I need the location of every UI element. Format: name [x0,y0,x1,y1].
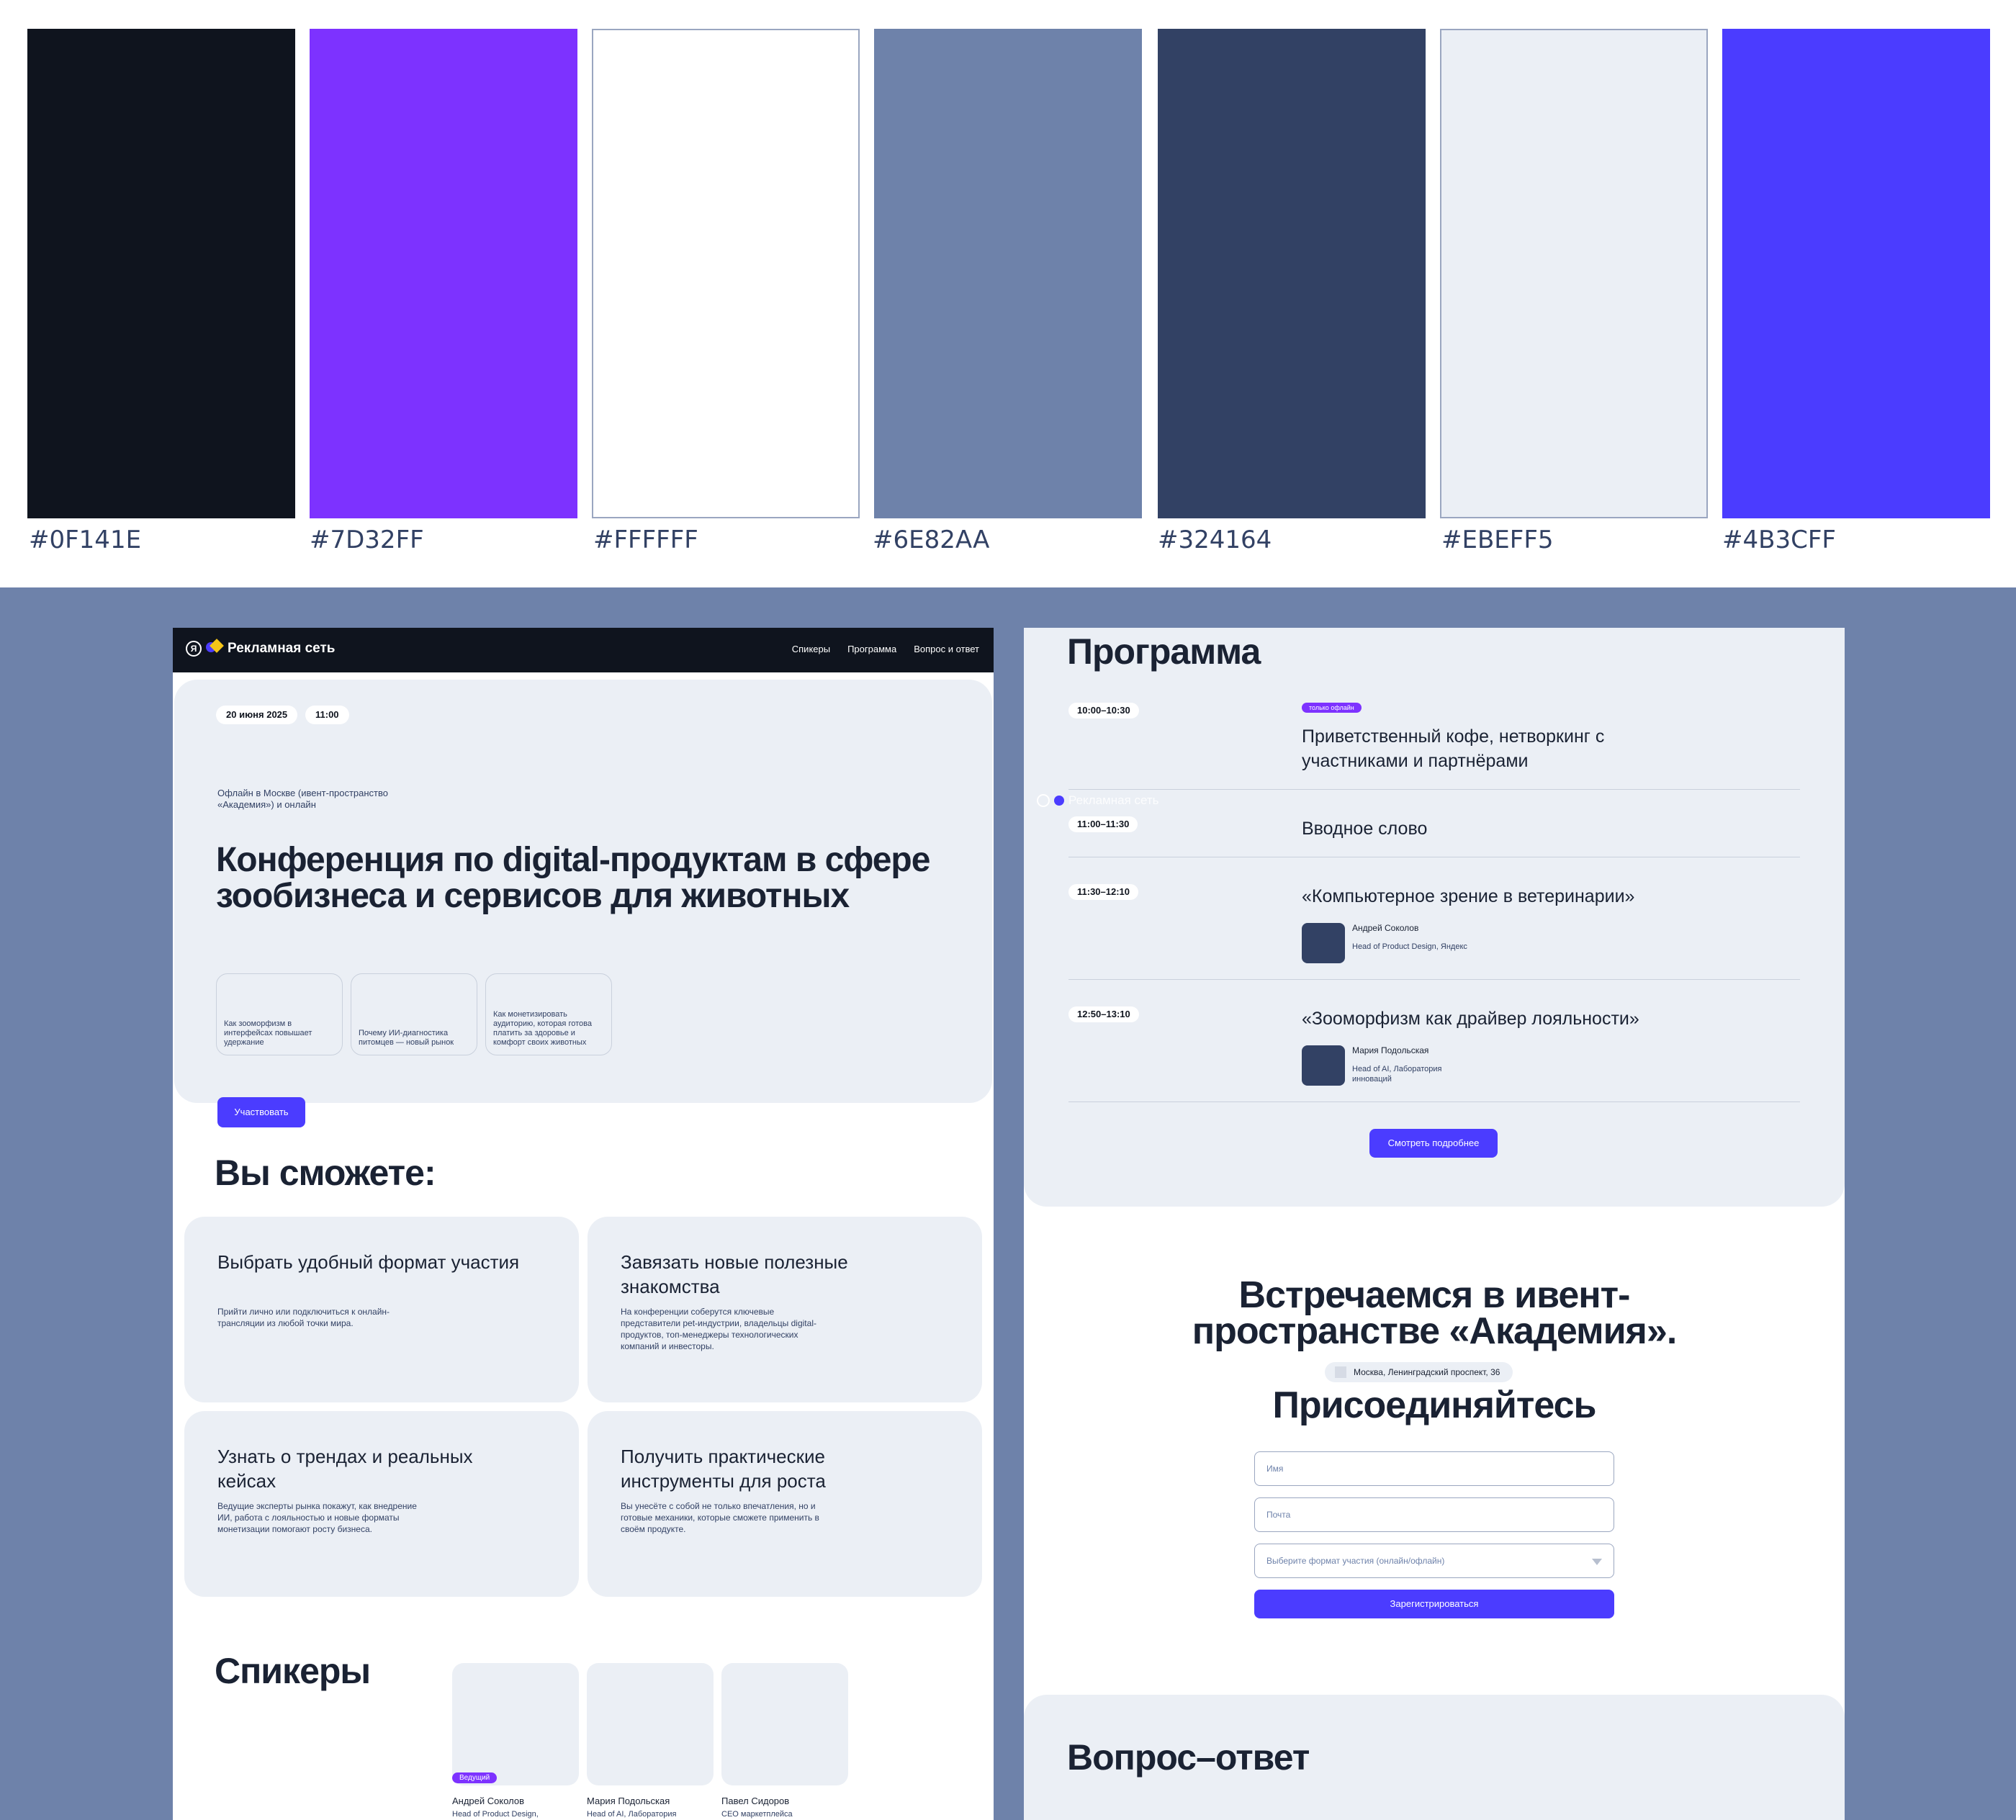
divider [1068,979,1800,980]
program-title: Приветственный кофе, нетворкинг с участн… [1302,726,1605,771]
brand-mark-icon [1054,796,1064,806]
benefit-title: Узнать о трендах и реальных кейсах [217,1446,473,1492]
benefit-desc: Вы унесёте с собой не только впечатления… [621,1501,819,1534]
venue-address-pill: Москва, Ленинградский проспект, 36 [1325,1362,1513,1382]
swatch-label: #7D32FF [310,526,424,554]
benefit-card: Выбрать удобный формат участия Прийти ли… [184,1217,579,1402]
yandex-icon [1037,794,1050,807]
brand-logo[interactable]: Я Рекламная сеть [186,639,336,657]
speakers-heading: Спикеры [215,1651,371,1691]
venue-address: Москва, Ленинградский проспект, 36 [1354,1367,1500,1377]
swatch-ebeff5 [1440,29,1708,518]
time-pill: 11:00 [305,706,349,724]
speaker-name: Андрей Соколов [1352,923,1419,933]
swatch-label: #324164 [1158,526,1272,554]
name-field[interactable]: Имя [1254,1451,1614,1486]
speaker-photo[interactable] [587,1663,714,1785]
topic-card: Как зооморфизм в интерфейсах повышает уд… [216,973,343,1055]
host-badge: Ведущий [452,1772,498,1783]
speaker-photo[interactable] [452,1663,579,1785]
swatch-7d32ff [310,29,577,518]
speaker-role: CEO маркетплейса [721,1810,793,1819]
topic-text: Почему ИИ-диагностика питомцев — новый р… [359,1029,454,1047]
swatch-label: #4B3CFF [1722,526,1836,554]
program-time: 10:00–10:30 [1068,703,1139,718]
divider [1068,789,1800,790]
program-title: «Компьютерное зрение в ветеринарии» [1302,886,1635,906]
program-title: Вводное слово [1302,819,1428,839]
hero-location: Офлайн в Москве (ивент-пространство «Ака… [217,788,388,810]
speaker-name: Мария Подольская [587,1796,670,1806]
speaker-name: Павел Сидоров [721,1796,790,1806]
join-heading: Присоединяйтесь [1272,1384,1597,1426]
color-palette: #0F141E #7D32FF #FFFFFF #6E82AA #324164 … [0,0,2016,587]
benefit-desc: Ведущие эксперты рынка покажут, как внед… [217,1501,417,1534]
benefit-title: Выбрать удобный формат участия [217,1251,520,1273]
brand-mark-icon [206,639,224,657]
nav-link-speakers[interactable]: Спикеры [792,644,830,654]
topic-card: Как монетизировать аудиторию, которая го… [485,973,612,1055]
landing-page-left: Я Рекламная сеть Спикеры Программа Вопро… [173,628,994,1820]
benefits-heading: Вы сможете: [215,1153,436,1193]
swatch-label: #6E82AA [873,526,990,554]
nav-link-program[interactable]: Программа [847,644,896,654]
venue-title: Встречаемся в ивент-пространстве «Академ… [1192,1274,1678,1352]
brand-watermark: Рекламная сеть [1037,793,1159,808]
hero-title: Конференция по digital-продуктам в сфере… [216,841,930,915]
format-placeholder: Выберите формат участия (онлайн/офлайн) [1266,1556,1445,1566]
speaker-role: Head of Product Design, Яндекс [1352,942,1467,951]
swatch-label: #EBEFF5 [1441,526,1554,554]
speaker-avatar [1302,923,1345,963]
more-button[interactable]: Смотреть подробнее [1369,1129,1498,1158]
register-button[interactable]: Зарегистрироваться [1254,1590,1614,1618]
program-title: «Зооморфизм как драйвер лояльности» [1302,1009,1639,1029]
top-navbar: Я Рекламная сеть Спикеры Программа Вопро… [173,628,994,672]
speaker-role: Head of Product Design, [452,1810,539,1819]
topic-card: Почему ИИ-диагностика питомцев — новый р… [351,973,477,1055]
hero-section: 20 июня 2025 11:00 Офлайн в Москве (ивен… [174,680,992,1127]
program-time: 12:50–13:10 [1068,1006,1139,1022]
program-heading: Программа [1067,631,1261,672]
topic-text: Как зооморфизм в интерфейсах повышает уд… [224,1019,312,1047]
map-pin-icon [1335,1366,1346,1378]
nav-link-faq[interactable]: Вопрос и ответ [914,644,979,654]
swatch-4b3cff [1722,29,1990,518]
swatch-6e82aa [874,29,1142,518]
participate-button[interactable]: Участвовать [217,1097,305,1127]
benefit-card: Получить практические инструменты для ро… [588,1411,982,1597]
speaker-photo[interactable] [721,1663,848,1785]
topic-text: Как монетизировать аудиторию, которая го… [493,1010,592,1047]
watermark-text: Рекламная сеть [1068,793,1159,807]
chevron-down-icon [1592,1559,1602,1565]
swatch-label: #FFFFFF [593,526,698,554]
program-time: 11:30–12:10 [1068,884,1139,900]
swatch-ffffff [592,29,860,518]
swatch-324164 [1158,29,1426,518]
speaker-name: Мария Подольская [1352,1045,1429,1055]
offline-badge: только офлайн [1302,703,1362,713]
benefit-title: Завязать новые полезные знакомства [621,1251,848,1297]
format-select[interactable]: Выберите формат участия (онлайн/офлайн) [1254,1544,1614,1578]
benefit-desc: На конференции соберутся ключевые предст… [621,1307,816,1351]
benefit-title: Получить практические инструменты для ро… [621,1446,826,1492]
benefit-card: Завязать новые полезные знакомства На ко… [588,1217,982,1402]
yandex-icon: Я [186,641,202,657]
email-field[interactable]: Почта [1254,1497,1614,1532]
speaker-role: Head of AI, Лаборатория [587,1810,677,1819]
faq-heading: Вопрос–ответ [1067,1737,1310,1778]
benefit-card: Узнать о трендах и реальных кейсах Ведущ… [184,1411,579,1597]
speaker-avatar [1302,1045,1345,1086]
date-pill: 20 июня 2025 [216,706,298,724]
speaker-role: Head of AI, Лаборатория инноваций [1352,1065,1442,1084]
speaker-name: Андрей Соколов [452,1796,525,1806]
program-section [1024,628,1845,1207]
landing-page-right: Программа 10:00–10:30 только офлайн Прив… [1024,628,1845,1820]
nav-links: Спикеры Программа Вопрос и ответ [792,644,979,654]
benefit-desc: Прийти лично или подключиться к онлайн-т… [217,1307,390,1328]
brand-name: Рекламная сеть [228,641,336,656]
swatch-label: #0F141E [29,526,142,554]
swatch-0f141e [27,29,295,518]
program-time: 11:00–11:30 [1068,816,1138,832]
